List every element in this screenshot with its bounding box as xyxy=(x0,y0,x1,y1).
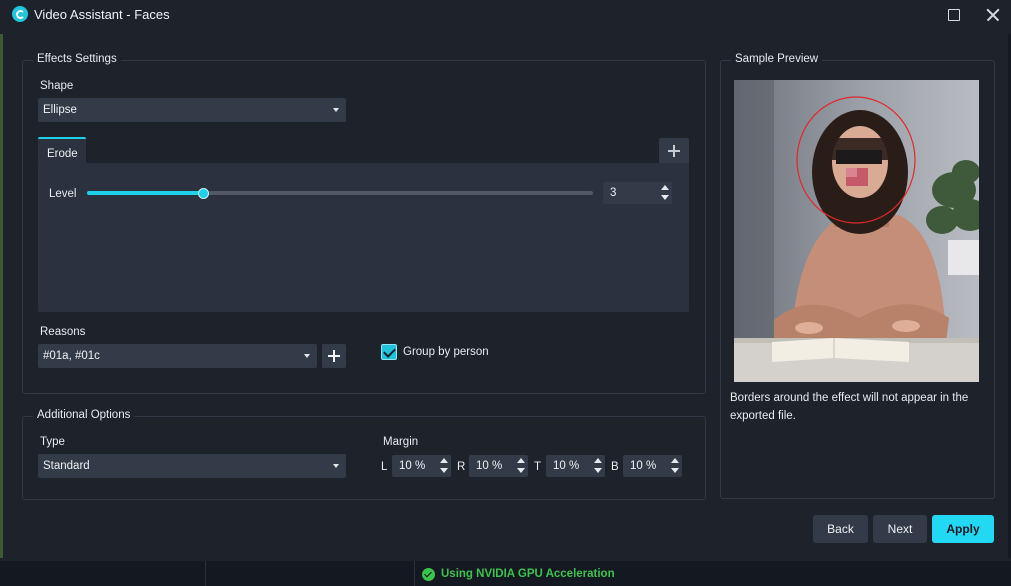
close-icon[interactable] xyxy=(980,2,1006,28)
level-slider[interactable] xyxy=(87,191,593,195)
window-edge-left xyxy=(0,34,3,558)
spin-up-arrow-icon[interactable] xyxy=(437,455,451,466)
reasons-label: Reasons xyxy=(40,326,86,338)
margin-right-spinbox[interactable]: 10 % xyxy=(469,455,528,477)
level-spinbox[interactable]: 3 xyxy=(603,182,672,204)
level-value: 3 xyxy=(610,187,617,199)
sample-preview-image xyxy=(734,80,979,382)
erode-tab-panel xyxy=(38,163,689,312)
sample-preview-legend: Sample Preview xyxy=(731,53,823,65)
gpu-status-text: Using NVIDIA GPU Acceleration xyxy=(441,568,615,580)
group-by-person-label: Group by person xyxy=(403,346,489,358)
chevron-down-icon xyxy=(333,108,339,112)
margin-top-spinbox[interactable]: 10 % xyxy=(546,455,605,477)
spin-down-arrow-icon[interactable] xyxy=(668,466,682,477)
status-divider xyxy=(414,561,415,586)
spin-up-arrow-icon[interactable] xyxy=(658,182,672,193)
margin-left-spinbox[interactable]: 10 % xyxy=(392,455,451,477)
shape-dropdown-value: Ellipse xyxy=(43,104,77,116)
spin-down-arrow-icon[interactable] xyxy=(658,193,672,204)
margin-bottom-label: B xyxy=(611,461,619,473)
reasons-dropdown[interactable]: #01a, #01c xyxy=(38,344,317,368)
margin-top-value: 10 % xyxy=(553,460,580,472)
tab-erode[interactable]: Erode xyxy=(38,137,86,165)
level-label: Level xyxy=(49,188,77,200)
next-button[interactable]: Next xyxy=(873,515,927,543)
add-reason-plus-icon[interactable] xyxy=(322,344,346,368)
tab-erode-label: Erode xyxy=(47,148,78,160)
spin-up-arrow-icon[interactable] xyxy=(514,455,528,466)
check-circle-icon xyxy=(422,568,435,581)
margin-left-label: L xyxy=(381,461,388,473)
preview-note: Borders around the effect will not appea… xyxy=(730,392,969,422)
level-slider-fill xyxy=(87,191,204,195)
shape-dropdown[interactable]: Ellipse xyxy=(38,98,346,122)
spin-down-arrow-icon[interactable] xyxy=(591,466,605,477)
margin-left-value: 10 % xyxy=(399,460,426,472)
spin-down-arrow-icon[interactable] xyxy=(514,466,528,477)
margin-bottom-spinbox[interactable]: 10 % xyxy=(623,455,682,477)
reasons-dropdown-value: #01a, #01c xyxy=(43,350,100,362)
margin-right-value: 10 % xyxy=(476,460,503,472)
margin-label: Margin xyxy=(383,436,419,448)
apply-button[interactable]: Apply xyxy=(932,515,994,543)
type-dropdown[interactable]: Standard xyxy=(38,454,346,478)
margin-bottom-value: 10 % xyxy=(630,460,657,472)
chevron-down-icon xyxy=(304,354,310,358)
margin-right-label: R xyxy=(457,461,466,473)
spin-down-arrow-icon[interactable] xyxy=(437,466,451,477)
margin-top-label: T xyxy=(534,461,542,473)
level-slider-handle[interactable] xyxy=(197,188,209,199)
back-button[interactable]: Back xyxy=(813,515,868,543)
status-divider xyxy=(205,561,206,586)
additional-options-legend: Additional Options xyxy=(33,409,135,421)
window-title: Video Assistant - Faces xyxy=(34,7,170,22)
add-effect-plus-icon[interactable] xyxy=(659,138,689,164)
effects-settings-legend: Effects Settings xyxy=(33,53,121,65)
spin-up-arrow-icon[interactable] xyxy=(591,455,605,466)
preview-illustration xyxy=(734,80,979,382)
type-label: Type xyxy=(40,436,65,448)
type-dropdown-value: Standard xyxy=(43,460,90,472)
spin-up-arrow-icon[interactable] xyxy=(668,455,682,466)
group-by-person-checkbox[interactable] xyxy=(381,344,397,360)
maximize-icon[interactable] xyxy=(941,2,967,28)
chevron-down-icon xyxy=(333,464,339,468)
shape-label: Shape xyxy=(40,80,74,92)
app-logo-icon xyxy=(12,6,28,22)
